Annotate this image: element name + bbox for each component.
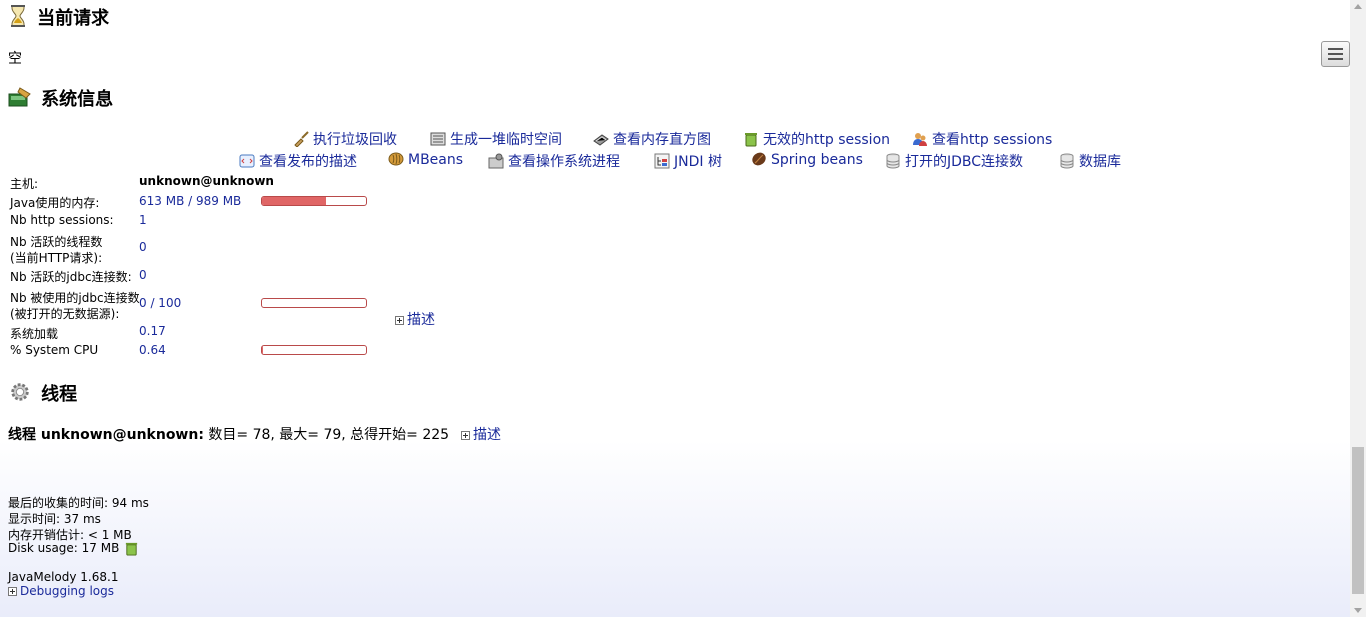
active-jdbc-label: Nb 活跃的jdbc连接数: [10,270,132,284]
system-cpu-value[interactable]: 0.64 [139,343,166,357]
threads-details-toggle[interactable]: 描述 [461,424,501,444]
menu-icon-line [1328,53,1343,55]
active-jdbc-value[interactable]: 0 [139,268,147,282]
menu-button[interactable] [1321,41,1350,67]
mbeans-icon [388,152,404,166]
purge-trash-icon[interactable] [124,541,139,556]
invalidate-sessions-link[interactable]: 无效的http session [743,129,890,149]
system-info-title: 系统信息 [41,89,114,110]
hourglass-icon [11,5,25,27]
jdbc-connections-link[interactable]: 打开的JDBC连接数 [885,151,1023,171]
current-requests-heading: 当前请求 [8,4,109,30]
bean-icon [752,152,766,166]
used-jdbc-label-sub: (被打开的无数据源): [10,307,120,321]
http-sessions-label: Nb http sessions: [10,213,114,227]
current-requests-empty: 空 [8,51,22,67]
database-icon [1060,153,1074,169]
system-cpu-label: % System CPU [10,343,99,357]
scroll-down-arrow-icon[interactable] [1354,608,1362,613]
debugging-logs-toggle[interactable]: Debugging logs [8,584,114,598]
scrollbar-thumb[interactable] [1352,447,1364,594]
memory-icon [593,134,609,146]
used-jdbc-value[interactable]: 0 / 100 [139,296,181,310]
view-sessions-link[interactable]: 查看http sessions [912,129,1052,149]
java-memory-bar [261,196,367,206]
host-label: 主机: [10,177,39,191]
heap-icon [430,132,446,146]
http-sessions-value[interactable]: 1 [139,213,147,227]
version: JavaMelody 1.68.1 [8,570,119,584]
java-memory-label: Java使用的内存: [10,196,100,210]
db-icon [886,153,900,169]
threads-counts: 数目= 78, 最大= 79, 总得开始= 225 [208,427,450,443]
java-memory-bar-fill [262,197,327,205]
spring-beans-link[interactable]: Spring beans [751,151,863,168]
last-collect-time: 最后的收集的时间: 94 ms [8,496,149,510]
expand-icon [461,430,470,440]
deployment-descriptor-link[interactable]: 查看发布的描述 [239,151,357,171]
system-cpu-bar-fill [262,346,263,354]
xml-icon [239,154,255,168]
system-load-label: 系统加载 [10,327,59,341]
threads-heading: 线程 [8,380,77,406]
java-memory-value[interactable]: 613 MB / 989 MB [139,194,241,208]
system-load-value[interactable]: 0.17 [139,324,166,338]
mbeans-link[interactable]: MBeans [388,151,463,168]
system-info-icon [8,87,31,107]
process-icon [488,153,504,169]
system-cpu-bar [261,345,367,355]
threads-summary: 线程 unknown@unknown: 数目= 78, 最大= 79, 总得开始… [8,424,449,444]
heap-dump-link[interactable]: 生成一堆临时空间 [430,129,562,149]
trash-icon [745,133,757,147]
broom-icon [294,131,309,147]
disk-usage: Disk usage: 17 MB [8,541,120,555]
host-value: unknown@unknown [139,174,274,188]
current-requests-title: 当前请求 [37,8,110,29]
expand-icon [8,587,17,596]
expand-icon [395,315,404,325]
page-background [0,0,1350,617]
memory-histogram-link[interactable]: 查看内存直方图 [593,129,711,149]
os-processes-link[interactable]: 查看操作系统进程 [488,151,620,171]
gear-icon [11,383,29,401]
system-info-heading: 系统信息 [8,85,113,111]
active-threads-value[interactable]: 0 [139,240,147,254]
used-jdbc-bar [261,298,367,308]
display-time: 显示时间: 37 ms [8,512,101,526]
vertical-scrollbar[interactable] [1350,0,1366,617]
scroll-up-arrow-icon[interactable] [1354,4,1362,9]
active-threads-label-sub: (当前HTTP请求): [10,251,103,265]
users-icon [913,133,927,146]
menu-icon [1328,48,1343,50]
database-link[interactable]: 数据库 [1059,151,1121,171]
gc-link[interactable]: 执行垃圾回收 [293,129,397,149]
active-threads-label: Nb 活跃的线程数 [10,235,103,249]
used-jdbc-label: Nb 被使用的jdbc连接数 [10,291,140,305]
menu-icon-line [1328,58,1343,60]
threads-title: 线程 [41,384,78,405]
jndi-tree-link[interactable]: JNDI 树 [654,151,722,171]
threads-host-label: 线程 unknown@unknown: [8,427,204,443]
system-details-toggle[interactable]: 描述 [395,309,435,329]
tree-icon [654,153,670,169]
